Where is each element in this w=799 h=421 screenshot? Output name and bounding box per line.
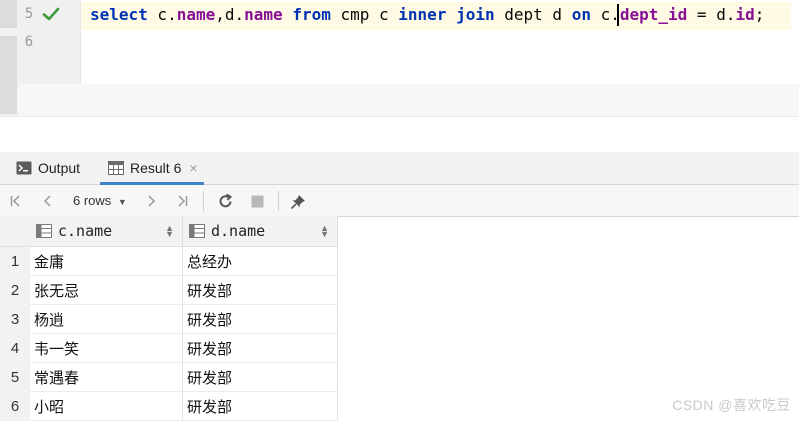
sql-field: id	[735, 5, 755, 24]
sql-text: c.	[590, 5, 620, 24]
sql-text: ,d.	[215, 5, 245, 24]
first-page-icon[interactable]	[8, 192, 24, 210]
sort-icon[interactable]: ▲ ▼	[165, 224, 174, 239]
table-row[interactable]: 3 杨逍 研发部	[0, 305, 338, 334]
row-number: 3	[0, 305, 30, 334]
results-toolbar: 6 rows ▼	[0, 185, 799, 217]
prev-page-icon[interactable]	[40, 192, 56, 210]
sql-editor[interactable]: 5 6 select c.name,d.name from cmp c inne…	[0, 0, 799, 116]
table-cell[interactable]: 小昭	[30, 392, 183, 421]
rows-count-dropdown[interactable]: 6 rows ▼	[73, 192, 127, 211]
table-row[interactable]: 6 小昭 研发部	[0, 392, 338, 421]
table-cell[interactable]: 杨逍	[30, 305, 183, 334]
line-number: 5	[24, 6, 34, 22]
table-cell[interactable]: 研发部	[183, 392, 338, 421]
sql-text: dept d	[494, 5, 572, 24]
sql-keyword: join	[456, 5, 495, 24]
sql-field: name	[176, 5, 216, 24]
last-page-icon[interactable]	[174, 192, 190, 210]
table-cell[interactable]: 研发部	[183, 305, 338, 334]
table-row[interactable]: 5 常遇春 研发部	[0, 363, 338, 392]
pin-icon[interactable]	[289, 192, 307, 210]
text-caret	[617, 4, 619, 26]
sql-text: c.	[147, 5, 177, 24]
sql-text: cmp c	[330, 5, 399, 24]
table-row[interactable]: 1 金庸 总经办	[0, 247, 338, 276]
tab-output[interactable]: Output	[16, 152, 80, 184]
sql-field: dept_id	[619, 5, 688, 24]
results-tab-bar: Output Result 6 ×	[0, 152, 799, 185]
row-number: 5	[0, 363, 30, 392]
sql-statement[interactable]: select c.name,d.name from cmp c inner jo…	[90, 5, 764, 25]
column-header-c-name[interactable]: c.name ▲ ▼	[30, 216, 183, 246]
column-icon	[189, 224, 205, 238]
table-cell[interactable]: 研发部	[183, 276, 338, 305]
tab-result-6[interactable]: Result 6 ×	[100, 152, 204, 185]
table-row[interactable]: 2 张无忌 研发部	[0, 276, 338, 305]
sql-keyword: on	[571, 5, 591, 24]
table-cell[interactable]: 研发部	[183, 334, 338, 363]
table-cell[interactable]: 常遇春	[30, 363, 183, 392]
tab-output-label: Output	[38, 160, 81, 176]
watermark: CSDN @喜欢吃豆	[672, 397, 791, 413]
column-icon	[36, 224, 52, 238]
table-cell[interactable]: 总经办	[183, 247, 338, 276]
row-number: 6	[0, 392, 30, 421]
check-icon	[42, 5, 60, 23]
editor-left-strip	[0, 0, 18, 116]
row-number: 2	[0, 276, 30, 305]
sort-icon[interactable]: ▲ ▼	[320, 224, 329, 239]
table-icon	[108, 161, 124, 175]
grid-header: c.name ▲ ▼ d.name ▲ ▼	[0, 216, 338, 247]
next-page-icon[interactable]	[143, 192, 159, 210]
sql-field: name	[244, 5, 283, 24]
sql-keyword: from	[292, 5, 331, 24]
table-row[interactable]: 4 韦一笑 研发部	[0, 334, 338, 363]
line-number: 6	[24, 34, 34, 50]
table-cell[interactable]: 研发部	[183, 363, 338, 392]
panel-splitter[interactable]	[0, 116, 799, 153]
sql-keyword: select	[90, 5, 148, 24]
table-cell[interactable]: 金庸	[30, 247, 183, 276]
table-cell[interactable]: 张无忌	[30, 276, 183, 305]
column-header-d-name[interactable]: d.name ▲ ▼	[183, 216, 338, 246]
table-cell[interactable]: 韦一笑	[30, 334, 183, 363]
sql-text: ;	[754, 5, 765, 24]
chevron-down-icon: ▼	[117, 197, 127, 207]
row-number: 4	[0, 334, 30, 363]
stop-icon[interactable]	[249, 192, 265, 210]
sql-text: = d.	[687, 5, 736, 24]
close-icon[interactable]: ×	[189, 160, 197, 176]
sql-keyword: inner	[398, 5, 447, 24]
column-label: c.name	[58, 222, 113, 240]
console-icon	[16, 161, 32, 175]
column-label: d.name	[211, 222, 266, 240]
grid-corner[interactable]	[0, 216, 30, 246]
row-number: 1	[0, 247, 30, 276]
refresh-icon[interactable]	[216, 192, 234, 210]
tab-result-label: Result 6	[130, 160, 182, 176]
